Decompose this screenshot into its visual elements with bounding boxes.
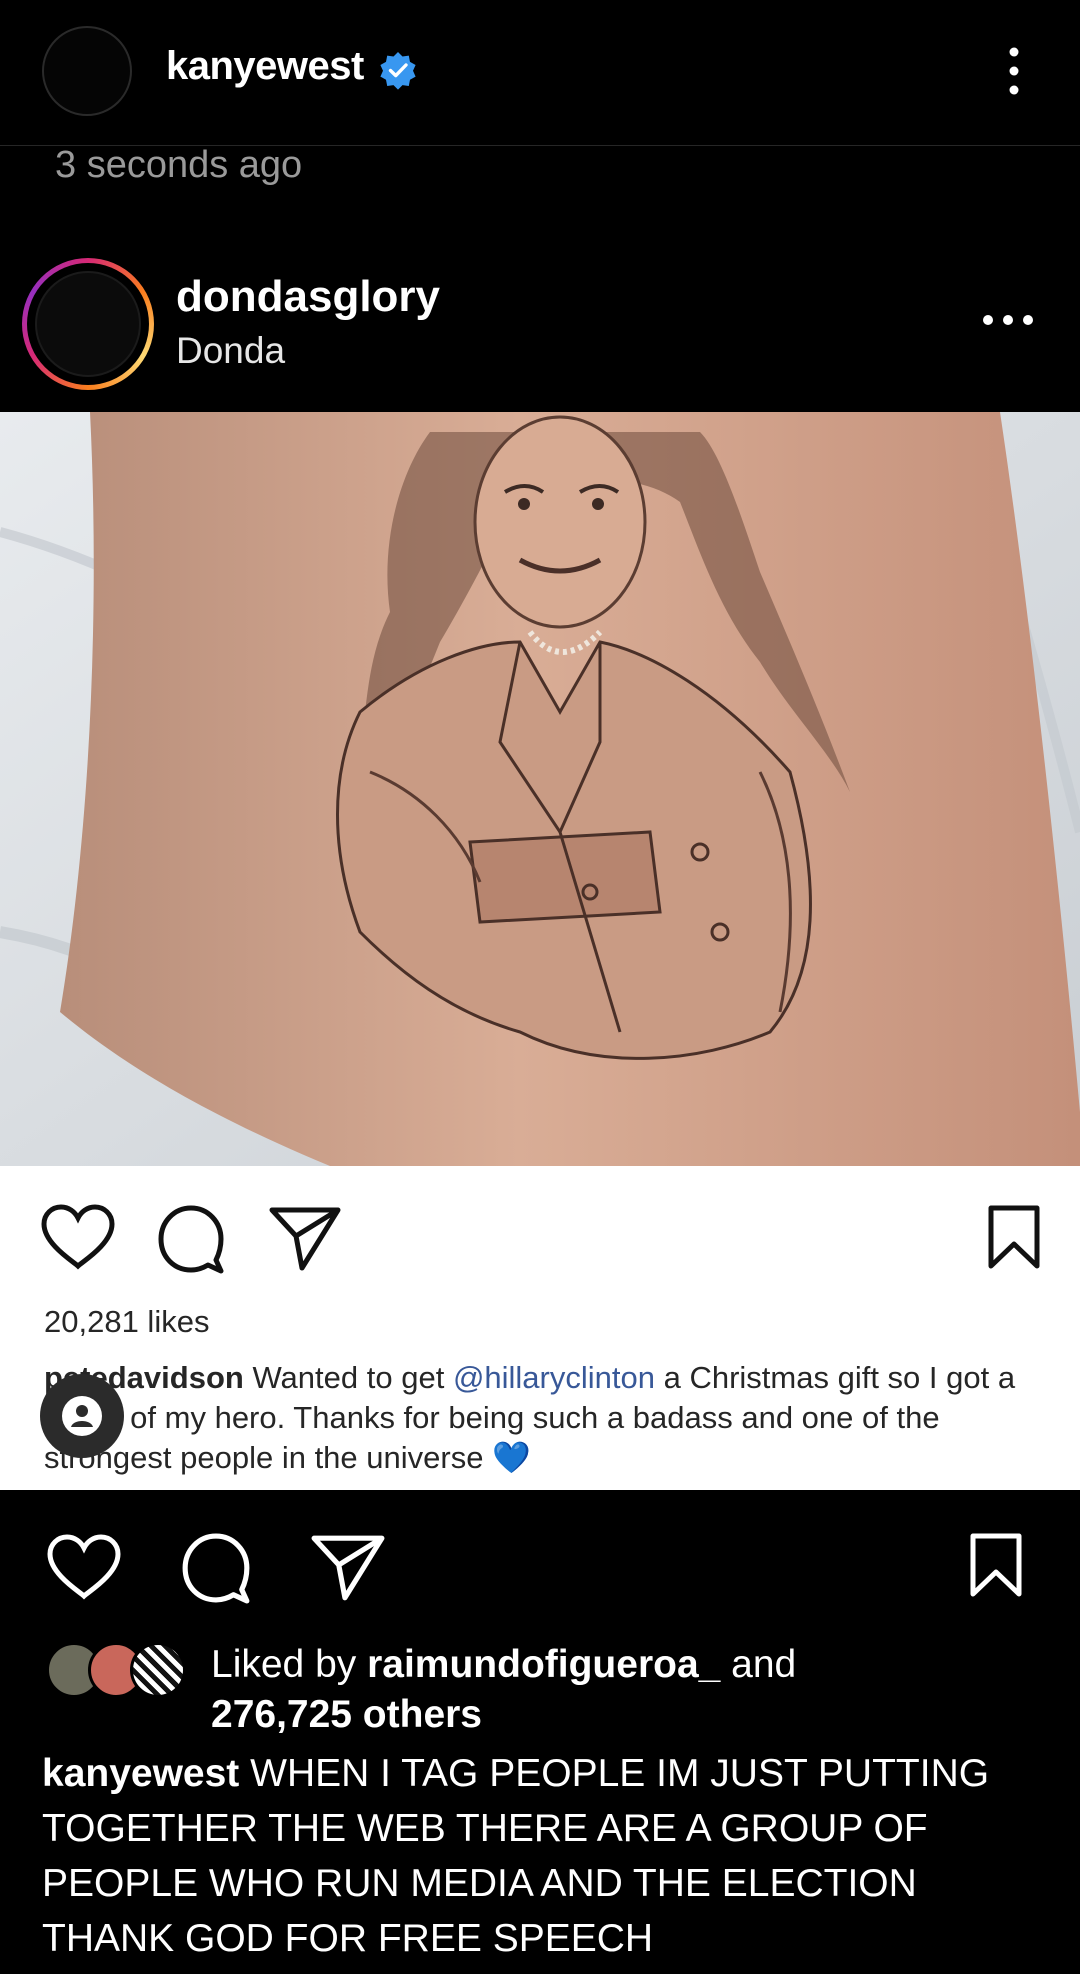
post-caption: kanyewest WHEN I TAG PEOPLE IM JUST PUTT… bbox=[42, 1746, 1052, 1966]
heart-icon bbox=[41, 1204, 115, 1270]
liked-by-and: and bbox=[731, 1643, 797, 1686]
story-ring[interactable] bbox=[22, 258, 154, 390]
comment-icon[interactable] bbox=[180, 1532, 252, 1604]
shared-subtitle: Donda bbox=[176, 330, 286, 371]
post-header: kanyewest bbox=[0, 0, 1080, 146]
username[interactable]: kanyewest bbox=[166, 44, 364, 89]
bookmark-icon[interactable] bbox=[968, 1532, 1024, 1598]
avatar[interactable] bbox=[42, 26, 132, 116]
vertical-dots-icon[interactable] bbox=[996, 44, 1032, 98]
bookmark-icon bbox=[988, 1205, 1040, 1269]
liked-by-prefix: Liked by bbox=[211, 1643, 357, 1686]
heart-icon[interactable] bbox=[46, 1534, 122, 1600]
comment-icon bbox=[158, 1205, 224, 1274]
person-icon bbox=[62, 1396, 102, 1436]
horizontal-dots-icon[interactable] bbox=[980, 310, 1036, 330]
embedded-caption: petedavidson Wanted to get @hillaryclint… bbox=[44, 1358, 1054, 1478]
liked-by-text[interactable]: Liked by raimundofigueroa_ and 276,725 o… bbox=[211, 1640, 796, 1740]
shared-username[interactable]: dondasglory bbox=[176, 272, 440, 322]
post-timestamp: 3 seconds ago bbox=[55, 144, 303, 186]
liked-by-others[interactable]: 276,725 others bbox=[211, 1693, 482, 1736]
embedded-caption-mention: @hillaryclinton bbox=[452, 1360, 655, 1395]
verified-badge-icon bbox=[380, 52, 416, 90]
embedded-likes-count: 20,281 likes bbox=[44, 1304, 210, 1339]
liked-by-row[interactable]: Liked by raimundofigueroa_ and 276,725 o… bbox=[0, 1640, 1080, 1750]
liked-by-user[interactable]: raimundofigueroa_ bbox=[367, 1643, 720, 1686]
liked-by-avatars bbox=[46, 1640, 196, 1700]
shared-avatar bbox=[35, 271, 141, 377]
blue-heart-emoji: 💙 bbox=[492, 1440, 531, 1475]
caption-username[interactable]: kanyewest bbox=[42, 1752, 239, 1795]
share-icon[interactable] bbox=[310, 1534, 386, 1602]
action-bar bbox=[0, 1490, 1080, 1640]
embedded-post-screenshot: 20,281 likes petedavidson Wanted to get … bbox=[0, 1166, 1080, 1490]
tagged-people-button[interactable] bbox=[40, 1374, 124, 1458]
shared-post-header: dondasglory Donda bbox=[0, 240, 1080, 412]
avatar bbox=[130, 1642, 186, 1698]
post-image[interactable] bbox=[0, 412, 1080, 1166]
share-icon bbox=[269, 1207, 341, 1271]
tattoo-portrait-photo bbox=[0, 412, 1080, 1166]
embedded-caption-text-1: Wanted to get bbox=[252, 1360, 445, 1395]
